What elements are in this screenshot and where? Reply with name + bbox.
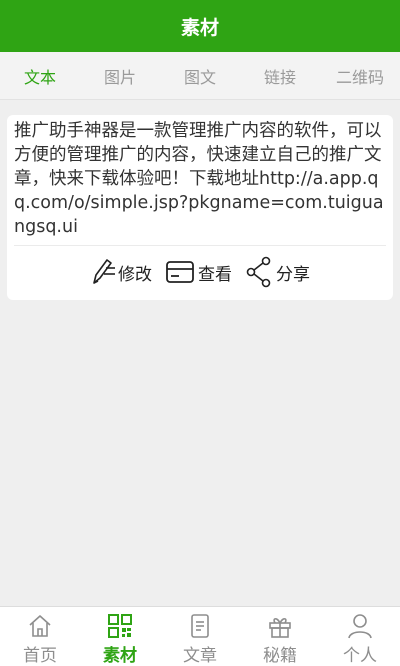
view-button[interactable]: 查看 (164, 257, 232, 287)
tab-image-text[interactable]: 图文 (160, 52, 240, 99)
share-icon (244, 256, 274, 288)
page-title: 素材 (180, 16, 219, 39)
nav-material[interactable]: 素材 (80, 607, 160, 666)
tab-text[interactable]: 文本 (0, 52, 80, 99)
tab-qrcode[interactable]: 二维码 (320, 52, 400, 99)
grid-icon (106, 612, 134, 639)
document-icon (186, 612, 214, 639)
material-text: 推广助手神器是一款管理推广内容的软件，可以方便的管理推广的内容，快速建立自己的推… (14, 121, 384, 237)
view-label: 查看 (198, 264, 232, 285)
nav-tips[interactable]: 秘籍 (240, 607, 320, 666)
app-header: 素材 (0, 0, 400, 52)
nav-material-label: 素材 (103, 646, 137, 666)
share-button[interactable]: 分享 (244, 256, 310, 288)
material-card: 推广助手神器是一款管理推广内容的软件，可以方便的管理推广的内容，快速建立自己的推… (7, 115, 393, 300)
user-icon (346, 612, 374, 639)
home-icon (26, 612, 54, 639)
nav-article[interactable]: 文章 (160, 607, 240, 666)
tab-link[interactable]: 链接 (240, 52, 320, 99)
card-divider (14, 245, 386, 246)
card-actions: 修改 查看 分享 (7, 253, 393, 291)
nav-profile[interactable]: 个人 (320, 607, 400, 666)
bottom-nav: 首页 素材 文章 秘籍 个人 (0, 606, 400, 666)
card-view-icon (164, 257, 196, 287)
gift-icon (266, 612, 294, 639)
nav-profile-label: 个人 (343, 646, 377, 666)
nav-article-label: 文章 (183, 646, 217, 666)
nav-tips-label: 秘籍 (263, 646, 297, 666)
pencil-icon (90, 257, 116, 287)
edit-button[interactable]: 修改 (90, 257, 152, 287)
nav-home-label: 首页 (23, 646, 57, 666)
share-label: 分享 (276, 264, 310, 285)
tab-image[interactable]: 图片 (80, 52, 160, 99)
nav-home[interactable]: 首页 (0, 607, 80, 666)
edit-label: 修改 (118, 264, 152, 285)
category-tabs: 文本 图片 图文 链接 二维码 (0, 52, 400, 100)
